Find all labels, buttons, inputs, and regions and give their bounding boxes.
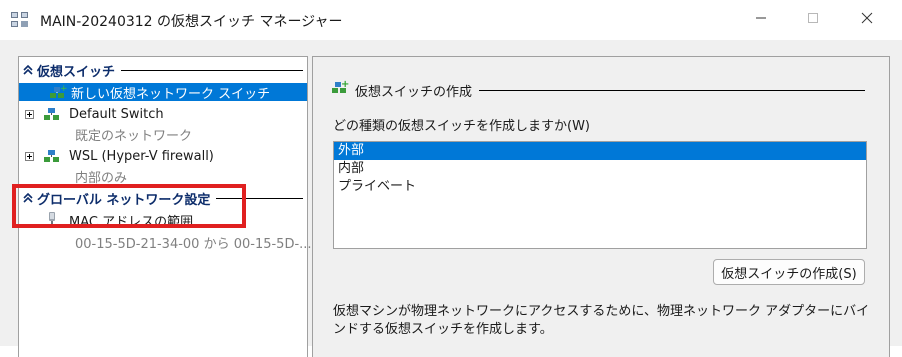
- create-virtual-switch-button[interactable]: 仮想スイッチの作成(S): [713, 259, 865, 285]
- collapse-chevron-icon[interactable]: [19, 65, 37, 75]
- window-title: MAIN-20240312 の仮想スイッチ マネージャー: [40, 14, 343, 30]
- panel-title: 仮想スイッチの作成: [355, 85, 473, 100]
- client-area: 仮想スイッチ + 新しい仮想ネットワーク スイッチ Default Switch…: [0, 40, 902, 357]
- tree-item-label: 新しい仮想ネットワーク スイッチ: [71, 86, 271, 102]
- tree-item-new-switch[interactable]: + 新しい仮想ネットワーク スイッチ: [19, 83, 307, 104]
- tree-item-subtext: 00-15-5D-21-34-00 から 00-15-5D-...: [75, 237, 312, 252]
- navigation-tree[interactable]: 仮想スイッチ + 新しい仮想ネットワーク スイッチ Default Switch…: [18, 56, 312, 357]
- section-divider: [216, 197, 303, 199]
- expand-toggle-icon[interactable]: [25, 110, 34, 119]
- switch-type-option-private[interactable]: プライベート: [334, 178, 866, 196]
- minimize-button[interactable]: [738, 0, 784, 40]
- network-switch-icon: [43, 106, 61, 126]
- switch-type-description: 仮想マシンが物理ネットワークにアクセスするために、物理ネットワーク アダプターに…: [333, 304, 870, 337]
- tree-item-label: Default Switch: [69, 106, 164, 122]
- title-divider: [479, 90, 865, 91]
- svg-text:+: +: [341, 79, 349, 90]
- network-switch-icon: [43, 148, 61, 168]
- tree-item-mac-address-range[interactable]: MAC アドレスの範囲: [19, 211, 307, 230]
- section-header-virtual-switches[interactable]: 仮想スイッチ: [19, 61, 307, 80]
- section-header-global-network[interactable]: グローバル ネットワーク設定: [19, 189, 307, 208]
- tree-item-subtext: 内部のみ: [75, 171, 128, 186]
- section-label: グローバル ネットワーク設定: [37, 192, 211, 208]
- virtual-switch-manager-icon: [10, 10, 30, 30]
- maximize-icon: [807, 12, 819, 28]
- new-switch-icon: +: [331, 79, 349, 99]
- expand-toggle-icon[interactable]: [25, 152, 34, 161]
- switch-type-listbox[interactable]: 外部 内部 プライベート: [333, 141, 867, 249]
- switch-type-option-external[interactable]: 外部: [334, 142, 866, 160]
- tree-item-wsl-switch[interactable]: WSL (Hyper-V firewall): [19, 147, 307, 165]
- switch-type-prompt: どの種類の仮想スイッチを作成しますか(W): [333, 119, 590, 134]
- tree-item-default-switch[interactable]: Default Switch: [19, 105, 307, 123]
- switch-type-option-internal[interactable]: 内部: [334, 160, 866, 178]
- section-label: 仮想スイッチ: [37, 64, 116, 80]
- maximize-button[interactable]: [790, 0, 836, 40]
- close-button[interactable]: [844, 0, 890, 40]
- section-divider: [121, 69, 303, 71]
- new-switch-icon: +: [49, 84, 68, 104]
- collapse-chevron-icon[interactable]: [19, 193, 37, 203]
- mac-address-icon: [45, 211, 59, 233]
- close-icon: [861, 12, 873, 28]
- tree-item-label: WSL (Hyper-V firewall): [69, 148, 214, 164]
- details-pane: + 仮想スイッチの作成 どの種類の仮想スイッチを作成しますか(W) 外部 内部 …: [312, 56, 890, 357]
- tree-item-label: MAC アドレスの範囲: [69, 214, 194, 230]
- minimize-icon: [755, 12, 767, 28]
- tree-item-subtext: 既定のネットワーク: [75, 129, 193, 144]
- svg-text:+: +: [60, 84, 67, 94]
- title-bar[interactable]: MAIN-20240312 の仮想スイッチ マネージャー: [0, 0, 902, 40]
